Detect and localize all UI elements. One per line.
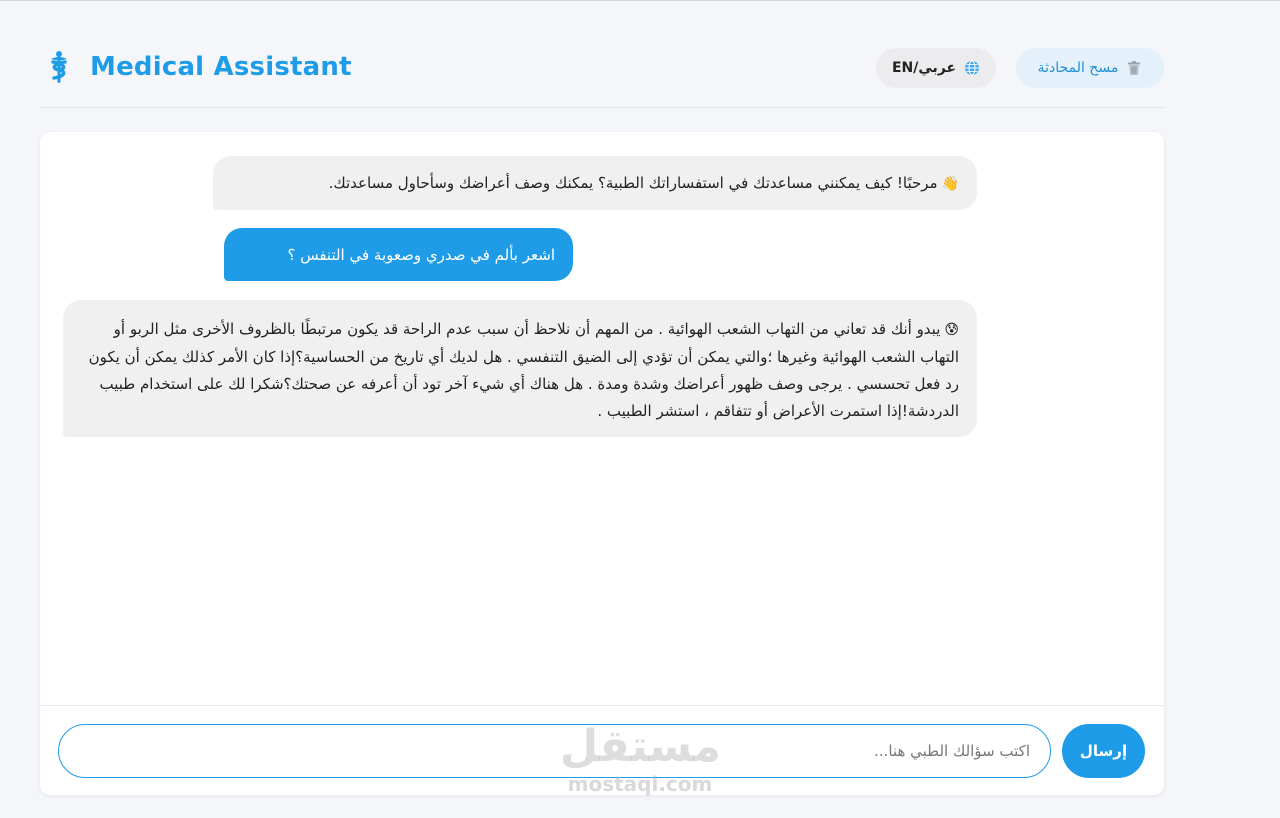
app-title: Medical Assistant xyxy=(90,52,352,82)
bot-message: 😰يبدو أنك قد تعاني من التهاب الشعب الهوا… xyxy=(63,300,977,437)
chat-panel: 👋مرحبًا! كيف يمكنني مساعدتك في استفسارات… xyxy=(40,132,1164,795)
message-text: مرحبًا! كيف يمكنني مساعدتك في استفساراتك… xyxy=(328,174,938,192)
user-message: اشعر بألم في صدري وصعوبة في التنفس ؟ xyxy=(224,228,573,281)
waving-hand-emoji: 👋 xyxy=(941,176,959,192)
send-button[interactable]: إرسال xyxy=(1062,724,1145,778)
bot-message: 👋مرحبًا! كيف يمكنني مساعدتك في استفسارات… xyxy=(213,156,977,210)
language-toggle-button[interactable]: EN/عربي xyxy=(876,48,996,88)
message-list[interactable]: 👋مرحبًا! كيف يمكنني مساعدتك في استفسارات… xyxy=(40,132,1164,705)
clear-chat-button[interactable]: مسح المحادثة xyxy=(1016,48,1164,88)
window-top-border xyxy=(0,0,1280,4)
anxious-face-emoji: 😰 xyxy=(944,322,959,338)
clear-chat-label: مسح المحادثة xyxy=(1037,60,1119,76)
language-toggle-label: EN/عربي xyxy=(891,60,957,76)
globe-icon xyxy=(965,60,980,76)
brand: Medical Assistant xyxy=(46,50,352,84)
question-input[interactable] xyxy=(58,724,1051,778)
message-text: اشعر بألم في صدري وصعوبة في التنفس ؟ xyxy=(287,246,555,264)
trash-icon xyxy=(1128,61,1141,75)
app-header: Medical Assistant EN/عربي مسح المحادثة xyxy=(40,40,1164,108)
input-bar: إرسال xyxy=(40,705,1164,795)
message-text: يبدو أنك قد تعاني من التهاب الشعب الهوائ… xyxy=(88,320,959,420)
caduceus-icon xyxy=(51,51,67,83)
